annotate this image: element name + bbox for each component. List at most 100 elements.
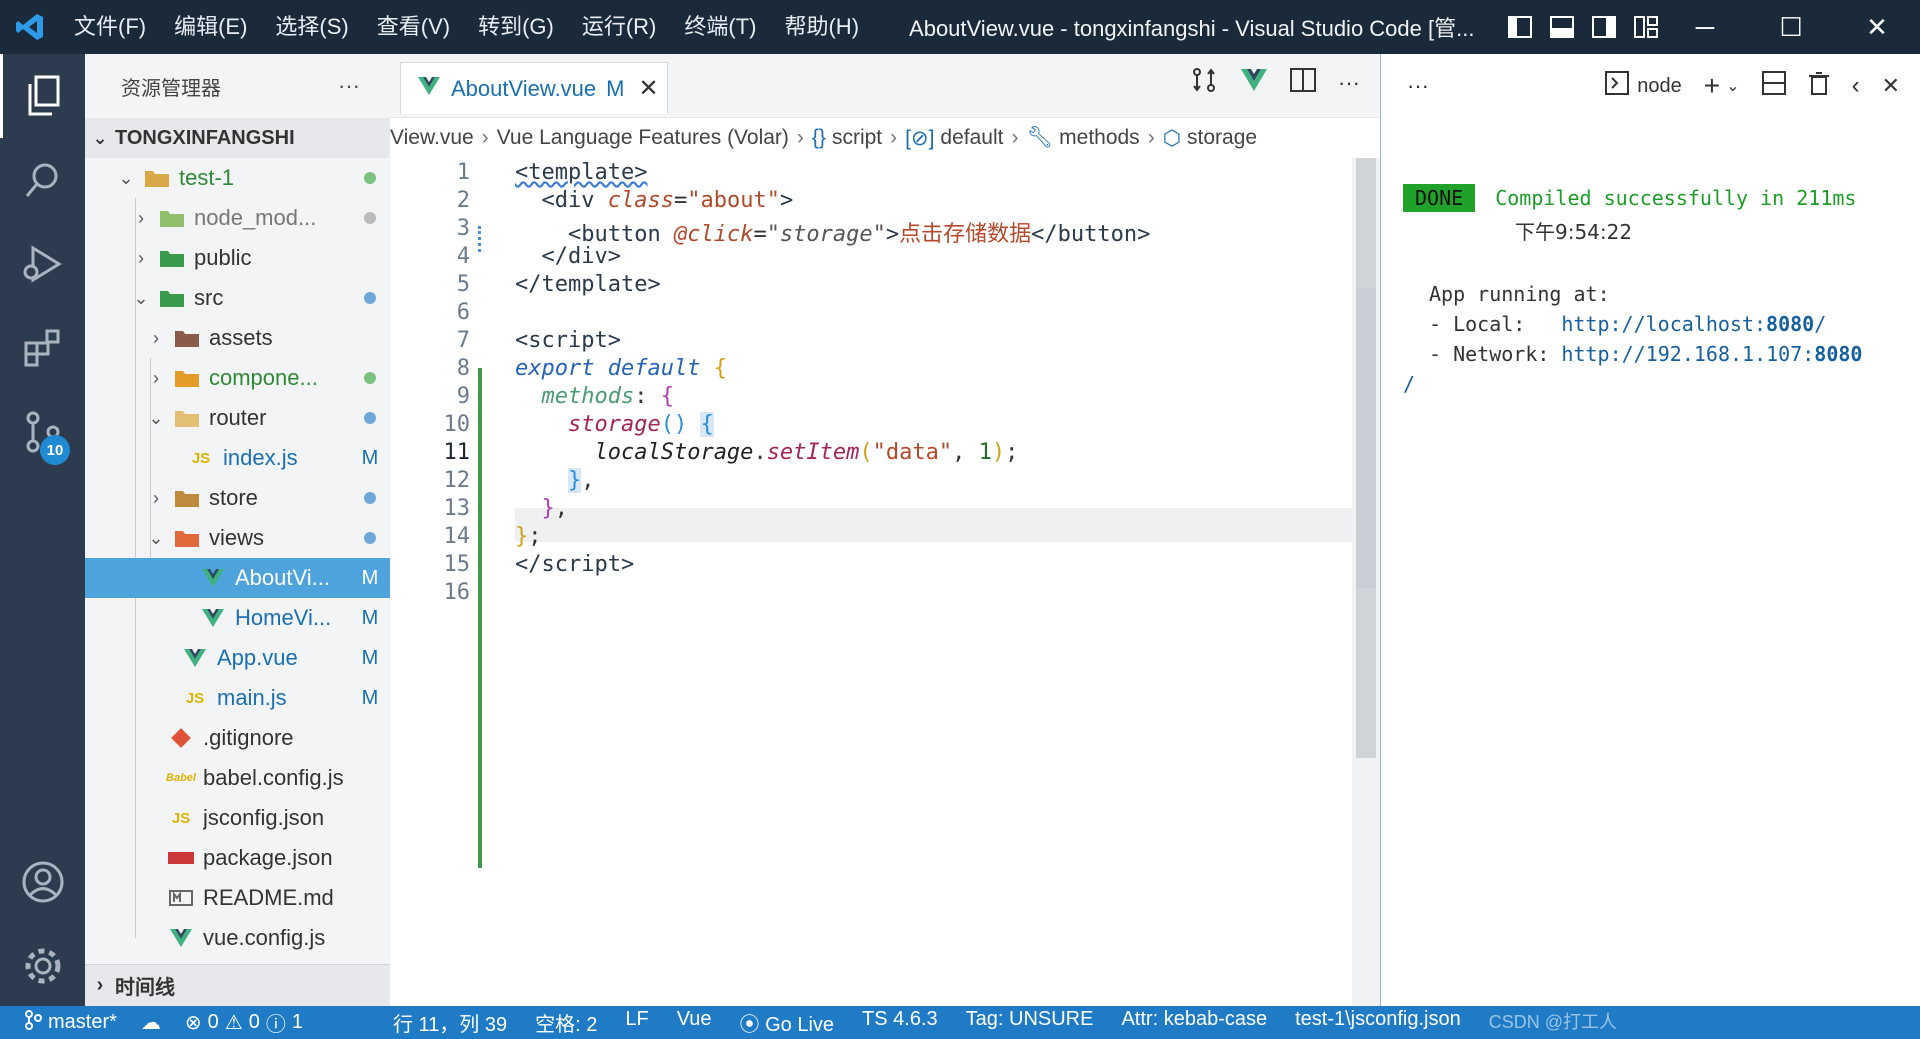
tree-item-app-vue[interactable]: App.vue M [85, 638, 390, 678]
code-editor[interactable]: 1 2 3 4 5 6 7 8 9 10 11 12 13 14 15 16 <… [390, 158, 1380, 1006]
tree-item-readme[interactable]: README.md [85, 878, 390, 918]
end-of-line[interactable]: LF [625, 1008, 648, 1037]
more-actions-icon[interactable]: ··· [1338, 70, 1360, 96]
menu-terminal[interactable]: 终端(T) [670, 0, 770, 54]
menu-help[interactable]: 帮助(H) [770, 0, 873, 54]
search-icon[interactable] [0, 138, 85, 222]
editor-scrollbar[interactable] [1352, 158, 1380, 1006]
minimize-icon[interactable]: ─ [1662, 0, 1748, 54]
menu-file[interactable]: 文件(F) [60, 0, 160, 54]
indentation[interactable]: 空格: 2 [535, 1008, 597, 1037]
tree-item-router[interactable]: ⌄ router [85, 398, 390, 438]
network-url[interactable]: http://192.168.1.107: [1561, 342, 1814, 366]
problems-indicator[interactable]: ⊗ 0 ⚠ 0 ⓘ 1 [185, 1008, 303, 1037]
tree-item-aboutview[interactable]: AboutVi... M [85, 558, 390, 598]
code-line: }, [567, 468, 595, 493]
breadcrumb-script[interactable]: script [832, 126, 882, 150]
close-window-icon[interactable]: ✕ [1834, 0, 1920, 54]
tree-item-node-modules[interactable]: › node_mod... [85, 198, 390, 238]
new-terminal-icon[interactable]: + [1704, 70, 1720, 102]
scroll-thumb[interactable] [1356, 288, 1376, 588]
tree-item-src[interactable]: ⌄ src [85, 278, 390, 318]
panel-more-icon[interactable]: ··· [1407, 73, 1429, 99]
customize-layout-icon[interactable] [1631, 14, 1661, 40]
split-editor-icon[interactable] [1290, 68, 1317, 97]
tree-item-main-js[interactable]: JS main.js M [85, 678, 390, 718]
breadcrumb-storage[interactable]: storage [1187, 126, 1257, 150]
chevron-left-icon[interactable]: ‹ [1852, 72, 1860, 100]
open-changes-icon[interactable] [1190, 66, 1218, 99]
breadcrumb-separator: › [1011, 126, 1019, 149]
local-url-line: - Local: http://localhost:8080/ [1403, 312, 1915, 342]
workspace-section[interactable]: ⌄ TONGXINFANGSHI [85, 118, 390, 158]
chevron-down-icon: ⌄ [118, 167, 134, 188]
attr-casing[interactable]: Attr: kebab-case [1121, 1008, 1267, 1037]
tab-aboutview[interactable]: AboutView.vue M ✕ [400, 62, 668, 114]
title-bar: 文件(F) 编辑(E) 选择(S) 查看(V) 转到(G) 运行(R) 终端(T… [0, 0, 1920, 54]
network-port[interactable]: 8080 [1814, 342, 1862, 366]
tree-item-test-1[interactable]: ⌄ test-1 [85, 158, 390, 198]
tree-item-babel-config[interactable]: Babel babel.config.js [85, 758, 390, 798]
network-url-line: - Network: http://192.168.1.107:8080 [1403, 342, 1915, 372]
local-url[interactable]: http://localhost: [1561, 312, 1766, 336]
chevron-right-icon: › [153, 327, 159, 348]
code-line: storage() { [567, 412, 714, 437]
chevron-down-icon[interactable]: ⌄ [1726, 76, 1739, 96]
network-label: - Network: [1429, 342, 1550, 366]
breadcrumb-file[interactable]: View.vue [390, 126, 474, 150]
terminal-name[interactable]: node [1637, 75, 1682, 98]
explorer-icon[interactable] [0, 54, 85, 138]
maximize-icon[interactable]: ☐ [1748, 0, 1834, 54]
git-status: M [361, 566, 379, 589]
tab-close-icon[interactable]: ✕ [638, 74, 658, 103]
tree-item-jsconfig[interactable]: JS jsconfig.json [85, 798, 390, 838]
tree-item-gitignore[interactable]: .gitignore [85, 718, 390, 758]
tree-item-public[interactable]: › public [85, 238, 390, 278]
tree-item-index-js[interactable]: JS index.js M [85, 438, 390, 478]
extensions-icon[interactable] [0, 306, 85, 390]
sync-icon[interactable]: ☁ [141, 1010, 161, 1035]
source-control-icon[interactable]: 10 [0, 390, 85, 474]
braces-icon: {} [811, 126, 826, 149]
split-terminal-icon[interactable] [1761, 71, 1786, 101]
code-line: </template> [515, 272, 661, 297]
vue-config-icon [167, 926, 195, 950]
tree-item-components[interactable]: › compone... [85, 358, 390, 398]
ts-version[interactable]: TS 4.6.3 [862, 1008, 938, 1037]
terminal-spacer [1403, 246, 1915, 282]
run-debug-icon[interactable] [0, 222, 85, 306]
explorer-more-icon[interactable]: ··· [338, 73, 360, 99]
menu-view[interactable]: 查看(V) [363, 0, 464, 54]
tree-item-assets[interactable]: › assets [85, 318, 390, 358]
toggle-secondary-sidebar-icon[interactable] [1589, 14, 1619, 40]
git-branch[interactable]: master* [24, 1009, 117, 1036]
account-icon[interactable] [0, 840, 85, 924]
breadcrumb-volar[interactable]: Vue Language Features (Volar) [497, 126, 789, 150]
tree-item-store[interactable]: › store [85, 478, 390, 518]
menu-edit[interactable]: 编辑(E) [160, 0, 261, 54]
tree-item-vue-config[interactable]: vue.config.js [85, 918, 390, 958]
code-line: export default { [515, 356, 727, 381]
toggle-primary-sidebar-icon[interactable] [1505, 14, 1535, 40]
menu-selection[interactable]: 选择(S) [261, 0, 362, 54]
settings-gear-icon[interactable] [0, 924, 85, 1008]
project-config[interactable]: test-1\jsconfig.json [1295, 1008, 1461, 1037]
terminal-output[interactable]: DONE Compiled successfully in 211ms 下午9:… [1403, 132, 1915, 402]
menu-run[interactable]: 运行(R) [568, 0, 671, 54]
tree-item-views[interactable]: ⌄ views [85, 518, 390, 558]
tag-casing[interactable]: Tag: UNSURE [966, 1008, 1094, 1037]
toggle-panel-icon[interactable] [1547, 14, 1577, 40]
breadcrumb-methods[interactable]: methods [1059, 126, 1140, 150]
language-mode[interactable]: Vue [677, 1008, 712, 1037]
breadcrumb-default[interactable]: default [940, 126, 1003, 150]
tree-item-package-json[interactable]: package.json [85, 838, 390, 878]
cursor-position[interactable]: 行 11，列 39 [393, 1008, 507, 1037]
menu-go[interactable]: 转到(G) [464, 0, 568, 54]
local-port[interactable]: 8080 [1766, 312, 1814, 336]
vue-preview-icon[interactable] [1240, 67, 1268, 98]
timeline-section[interactable]: › 时间线 [85, 964, 390, 1006]
tree-item-homeview[interactable]: HomeVi... M [85, 598, 390, 638]
go-live-button[interactable]: ⦿ Go Live [740, 1008, 835, 1037]
close-icon[interactable]: ✕ [1882, 73, 1900, 99]
trash-icon[interactable] [1808, 71, 1830, 101]
